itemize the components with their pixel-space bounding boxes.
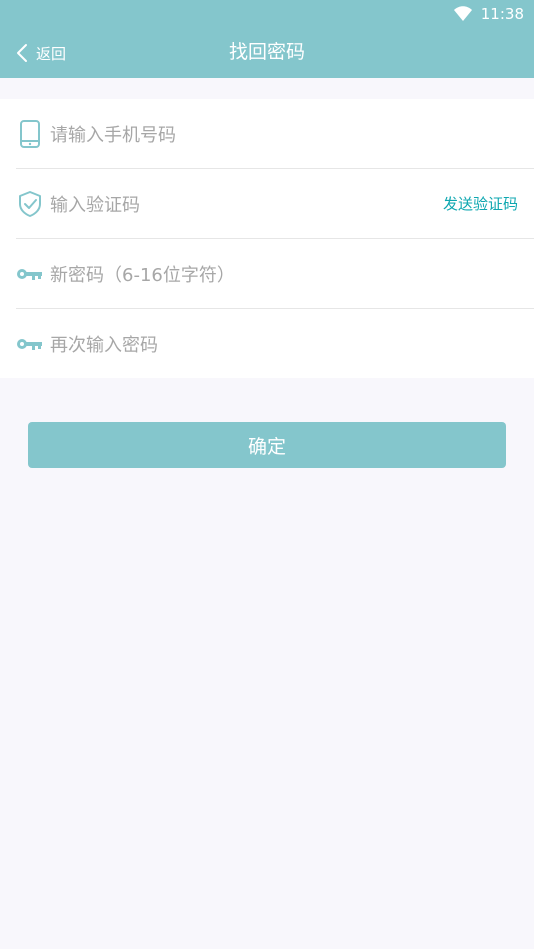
status-right: 11:38 xyxy=(453,4,524,24)
phone-placeholder: 请输入手机号码 xyxy=(50,124,176,146)
send-code-button[interactable]: 发送验证码 xyxy=(443,193,518,214)
key-icon xyxy=(16,259,44,289)
key-icon xyxy=(16,329,44,359)
phone-icon xyxy=(16,119,44,149)
app-bar: 返回 找回密码 xyxy=(0,28,534,78)
phone-field[interactable]: 请输入手机号码 xyxy=(16,99,534,169)
status-bar: 11:38 xyxy=(0,0,534,28)
new-password-field[interactable]: 新密码（6-16位字符） xyxy=(16,239,534,309)
new-password-placeholder: 新密码（6-16位字符） xyxy=(50,264,235,286)
code-placeholder: 输入验证码 xyxy=(50,194,140,216)
wifi-icon xyxy=(453,6,473,22)
reset-password-form: 请输入手机号码 输入验证码 发送验证码 新密码（6-16位字符） 再次输入密码 xyxy=(0,99,534,378)
confirm-password-placeholder: 再次输入密码 xyxy=(50,335,158,356)
shield-check-icon xyxy=(16,189,44,219)
confirm-button[interactable]: 确定 xyxy=(28,422,506,468)
page-title: 找回密码 xyxy=(228,41,305,63)
code-field[interactable]: 输入验证码 发送验证码 xyxy=(16,169,534,239)
confirm-password-field[interactable]: 再次输入密码 xyxy=(16,309,534,379)
status-time: 11:38 xyxy=(480,5,524,23)
